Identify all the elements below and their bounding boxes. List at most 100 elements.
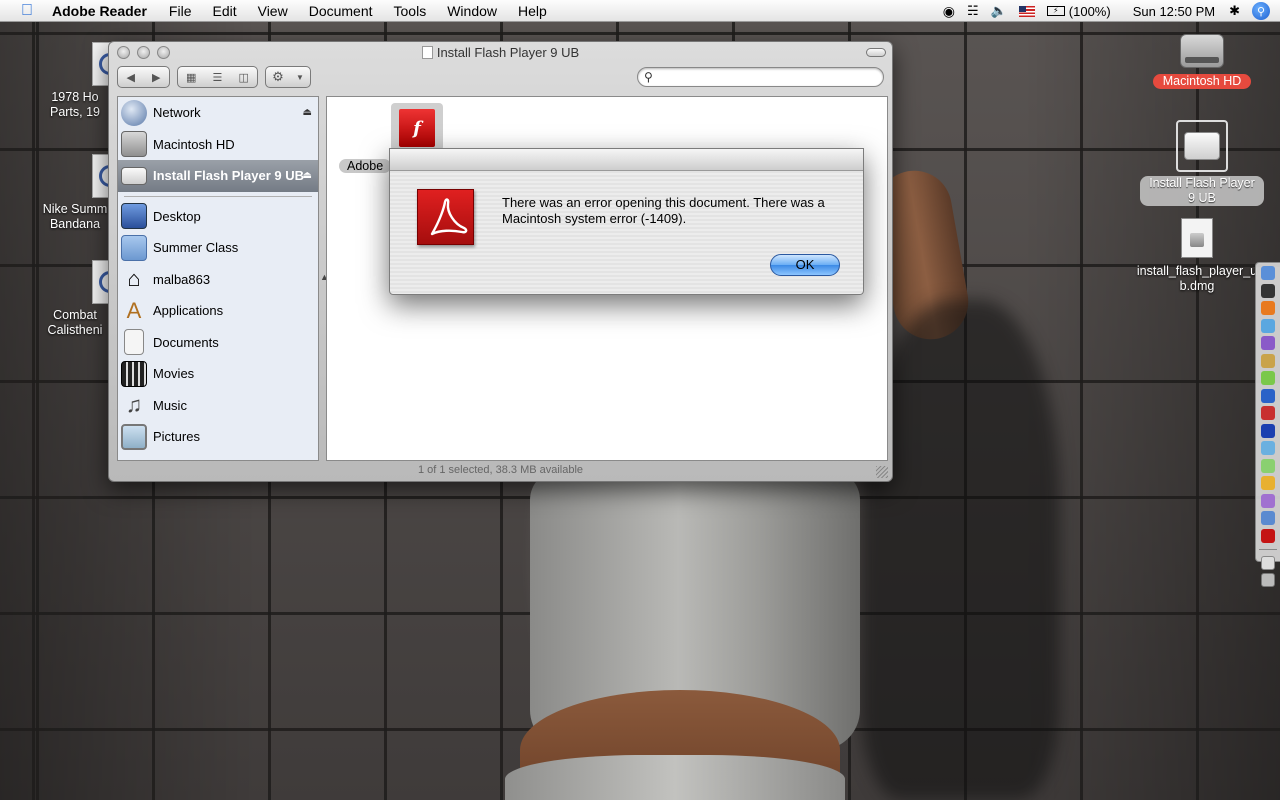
back-forward-buttons: ◀ ▶ xyxy=(117,66,170,88)
dock-app-icon[interactable] xyxy=(1261,458,1275,473)
sidebar-item-network[interactable]: Network ⏏ xyxy=(118,97,318,129)
desktop-item-label: Combat Calistheni xyxy=(47,308,103,337)
menu-bar:  Adobe Reader File Edit View Document T… xyxy=(0,0,1280,22)
menu-document[interactable]: Document xyxy=(309,3,373,19)
toolbar-toggle-button[interactable] xyxy=(866,48,886,57)
dock-adobe-reader-icon[interactable] xyxy=(1261,528,1275,543)
adobe-reader-icon xyxy=(417,189,474,245)
menu-window[interactable]: Window xyxy=(447,3,497,19)
music-icon: ♫ xyxy=(125,392,143,418)
gear-icon: ⚙ xyxy=(272,69,284,84)
dock xyxy=(1255,262,1280,587)
sidebar-item-pictures[interactable]: Pictures xyxy=(118,421,318,453)
menu-tools[interactable]: Tools xyxy=(394,3,427,19)
battery-percent[interactable]: (100%) xyxy=(1069,4,1111,19)
time-machine-icon[interactable]: ◉ xyxy=(943,3,955,20)
dock-app-icon[interactable] xyxy=(1261,441,1275,455)
dock-app-icon[interactable] xyxy=(1261,353,1275,368)
dock-app-icon[interactable] xyxy=(1261,371,1275,385)
search-icon: ⚲ xyxy=(644,70,653,84)
flash-installer-item[interactable]: f xyxy=(391,103,443,151)
dock-finder-icon[interactable] xyxy=(1261,266,1275,280)
back-icon[interactable]: ◀ xyxy=(127,71,135,84)
dock-app-icon[interactable] xyxy=(1261,388,1275,403)
input-flag-icon[interactable] xyxy=(1018,5,1035,17)
menu-edit[interactable]: Edit xyxy=(212,3,236,19)
flash-installer-label[interactable]: Adobe xyxy=(339,159,392,173)
flash-icon: f xyxy=(399,109,435,147)
menu-app-name[interactable]: Adobe Reader xyxy=(52,3,147,19)
icon-view-icon[interactable]: ▦ xyxy=(186,71,196,84)
sidebar-item-label: Network xyxy=(153,105,201,121)
menu-file[interactable]: File xyxy=(169,3,192,19)
sidebar-item-music[interactable]: ♫ Music xyxy=(118,390,318,422)
sidebar-divider xyxy=(124,195,312,197)
menu-help[interactable]: Help xyxy=(518,3,547,19)
dialog-title-bar[interactable] xyxy=(390,149,863,171)
desktop-install-volume[interactable]: Install Flash Player 9 UB xyxy=(1130,120,1274,206)
desktop-macintosh-hd[interactable]: Macintosh HD xyxy=(1140,34,1264,89)
sidebar-item-macintosh-hd[interactable]: Macintosh HD xyxy=(118,129,318,161)
window-title-text: Install Flash Player 9 UB xyxy=(436,45,580,60)
sidebar-item-documents[interactable]: Documents xyxy=(118,327,318,359)
search-input[interactable]: ⚲ xyxy=(637,67,884,87)
sidebar-item-applications[interactable]: A Applications xyxy=(118,295,318,327)
action-menu-button[interactable]: ⚙ ▼ xyxy=(265,66,311,88)
dock-app-icon[interactable] xyxy=(1261,406,1275,420)
movies-icon xyxy=(121,360,147,387)
dock-trash-icon[interactable] xyxy=(1261,573,1275,587)
desktop-dmg-file[interactable]: install_flash_player_ub.dmg xyxy=(1134,218,1260,294)
sidebar-item-label: malba863 xyxy=(153,271,211,287)
error-message: There was an error opening this document… xyxy=(502,195,825,226)
disk-image-icon xyxy=(121,166,147,185)
error-dialog: There was an error opening this document… xyxy=(389,148,864,295)
dock-app-icon[interactable] xyxy=(1261,423,1275,438)
dock-downloads-icon[interactable] xyxy=(1261,555,1275,570)
resize-handle[interactable] xyxy=(876,466,888,478)
folder-proxy-icon[interactable] xyxy=(421,46,433,59)
dock-itunes-icon[interactable] xyxy=(1261,318,1275,333)
sidebar-item-label: Documents xyxy=(153,334,219,350)
disk-image-icon xyxy=(1181,218,1213,258)
wifi-icon[interactable]: ☵ xyxy=(967,3,979,19)
eject-icon[interactable]: ⏏ xyxy=(303,107,312,118)
sidebar-item-home[interactable]: ⌂ malba863 xyxy=(118,264,318,296)
dock-app-icon[interactable] xyxy=(1261,476,1275,490)
network-icon xyxy=(121,99,147,126)
sidebar-item-summer-class[interactable]: Summer Class xyxy=(118,232,318,264)
view-buttons: ▦ ☰ ◫ xyxy=(177,66,258,88)
sidebar-item-label: Pictures xyxy=(153,429,200,445)
finder-sidebar: Network ⏏ Macintosh HD Install Flash Pla… xyxy=(117,96,319,461)
sidebar-item-label: Macintosh HD xyxy=(153,136,235,152)
bluetooth-icon[interactable]: ✱ xyxy=(1229,3,1240,19)
status-bar: 1 of 1 selected, 38.3 MB available xyxy=(417,464,584,476)
volume-icon[interactable]: 🔈 xyxy=(991,3,1007,19)
eject-icon[interactable]: ⏏ xyxy=(303,170,312,181)
forward-icon[interactable]: ▶ xyxy=(152,71,160,84)
documents-icon xyxy=(124,329,144,356)
sidebar-item-movies[interactable]: Movies xyxy=(118,358,318,390)
folder-icon xyxy=(121,234,147,261)
macintosh-hd-label: Macintosh HD xyxy=(1152,74,1252,89)
desktop-item-label: Nike Summ Bandana xyxy=(42,202,108,231)
menu-view[interactable]: View xyxy=(258,3,288,19)
sidebar-item-install-flash-player[interactable]: Install Flash Player 9 UB ⏏ xyxy=(118,160,318,192)
dock-app-icon[interactable] xyxy=(1261,493,1275,508)
home-icon: ⌂ xyxy=(127,266,141,292)
dock-firefox-icon[interactable] xyxy=(1261,301,1275,315)
sidebar-item-desktop[interactable]: Desktop xyxy=(118,201,318,233)
wallpaper-shorts xyxy=(505,755,845,800)
dock-app-icon[interactable] xyxy=(1261,511,1275,525)
menu-clock[interactable]: Sun 12:50 PM xyxy=(1133,4,1215,19)
install-volume-label: Install Flash Player 9 UB xyxy=(1140,176,1264,206)
apple-menu-icon[interactable]:  xyxy=(16,2,38,20)
dock-app-icon[interactable] xyxy=(1261,336,1275,350)
sidebar-item-label: Desktop xyxy=(153,208,201,224)
spotlight-icon[interactable]: ⚲ xyxy=(1252,2,1270,20)
ok-button[interactable]: OK xyxy=(770,254,840,276)
battery-icon[interactable]: ⚡ xyxy=(1046,6,1065,16)
list-view-icon[interactable]: ☰ xyxy=(213,71,223,84)
column-view-icon[interactable]: ◫ xyxy=(239,71,249,84)
removable-disk-icon xyxy=(1176,120,1228,172)
dock-dashboard-icon[interactable] xyxy=(1261,283,1275,298)
